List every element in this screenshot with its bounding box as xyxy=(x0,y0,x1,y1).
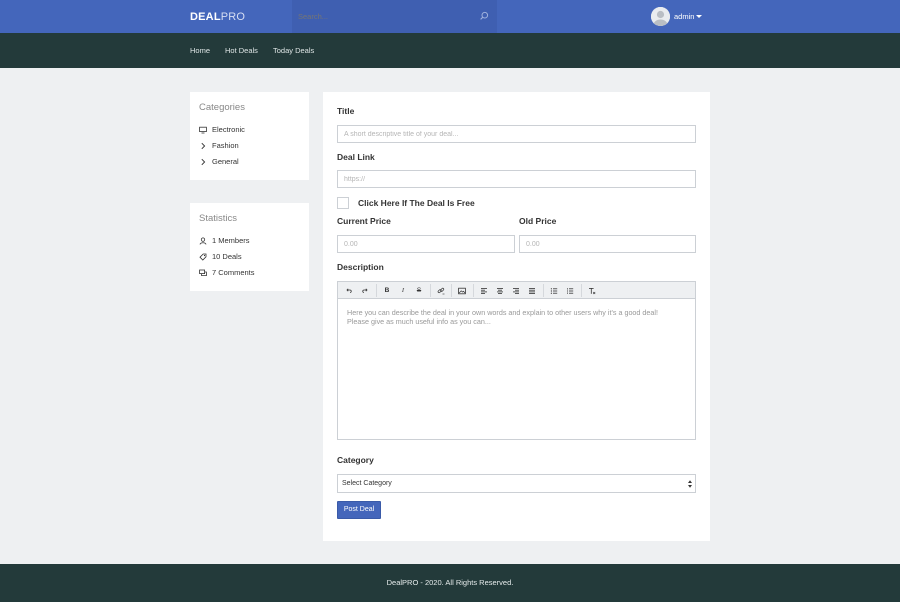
stat-comments: 7 Comments xyxy=(199,268,255,277)
toolbar-divider xyxy=(543,284,544,297)
search-icon[interactable] xyxy=(479,11,489,21)
image-icon[interactable] xyxy=(456,285,468,296)
current-price-label: Current Price xyxy=(337,216,391,226)
undo-icon[interactable] xyxy=(343,285,355,296)
italic-icon[interactable]: I xyxy=(397,285,409,296)
align-justify-icon[interactable] xyxy=(526,285,538,296)
statistics-title: Statistics xyxy=(199,213,238,224)
post-deal-button[interactable]: Post Deal xyxy=(337,501,381,519)
category-fashion[interactable]: Fashion xyxy=(199,141,239,150)
old-price-input[interactable] xyxy=(519,235,696,253)
chevron-right-icon xyxy=(201,142,206,149)
description-placeholder-line2: Please give as much useful info as you c… xyxy=(347,317,491,326)
description-textarea[interactable]: Here you can describe the deal in your o… xyxy=(347,308,687,326)
strikethrough-icon[interactable]: S xyxy=(413,285,425,296)
top-header: DEALPRO admin xyxy=(0,0,900,33)
free-deal-checkbox[interactable] xyxy=(337,197,349,209)
toolbar-divider xyxy=(451,284,452,297)
category-general[interactable]: General xyxy=(199,157,239,166)
post-deal-form: Title Deal Link Click Here If The Deal I… xyxy=(323,92,710,541)
logo-light: PRO xyxy=(220,11,246,23)
toolbar-divider xyxy=(376,284,377,297)
category-label: Fashion xyxy=(212,141,239,150)
categories-title: Categories xyxy=(199,102,245,113)
bold-icon[interactable]: B xyxy=(381,285,393,296)
stat-members: 1 Members xyxy=(199,236,250,245)
logo-bold: DEAL xyxy=(190,11,221,23)
category-label: Category xyxy=(337,455,374,465)
category-label: Electronic xyxy=(212,125,245,134)
current-price-input[interactable] xyxy=(337,235,515,253)
select-arrows-icon xyxy=(687,479,693,489)
logo[interactable]: DEALPRO xyxy=(190,11,245,23)
title-label: Title xyxy=(337,106,355,116)
category-label: General xyxy=(212,157,239,166)
statistics-card: Statistics 1 Members 10 Deals 7 Comments xyxy=(190,203,309,291)
toolbar-divider xyxy=(430,284,431,297)
description-placeholder-line1: Here you can describe the deal in your o… xyxy=(347,308,659,317)
stat-label: 7 Comments xyxy=(212,268,255,277)
link-icon[interactable] xyxy=(435,285,447,296)
toolbar-divider xyxy=(581,284,582,297)
search-box xyxy=(292,0,497,33)
clear-format-icon[interactable] xyxy=(586,285,598,296)
chevron-right-icon xyxy=(201,158,206,165)
caret-down-icon xyxy=(696,15,703,18)
old-price-label: Old Price xyxy=(519,216,557,226)
toolbar-divider xyxy=(473,284,474,297)
description-editor: B I S Here you can describe the deal in … xyxy=(337,281,696,440)
editor-toolbar: B I S xyxy=(338,282,695,299)
categories-card: Categories Electronic Fashion General xyxy=(190,92,309,180)
deal-link-input[interactable] xyxy=(337,170,696,188)
nav-today-deals[interactable]: Today Deals xyxy=(273,46,314,55)
search-input[interactable] xyxy=(298,12,458,21)
free-deal-label[interactable]: Click Here If The Deal Is Free xyxy=(358,198,475,208)
footer-copyright: DealPRO - 2020. All Rights Reserved. xyxy=(386,578,514,587)
main-nav: Home Hot Deals Today Deals xyxy=(0,33,900,68)
monitor-icon xyxy=(199,126,207,133)
stat-label: 1 Members xyxy=(212,236,250,245)
title-input[interactable] xyxy=(337,125,696,143)
bullet-list-icon[interactable] xyxy=(548,285,560,296)
align-center-icon[interactable] xyxy=(494,285,506,296)
description-label: Description xyxy=(337,262,384,272)
align-left-icon[interactable] xyxy=(478,285,490,296)
category-selected-value: Select Category xyxy=(342,480,392,487)
username: admin xyxy=(674,12,695,21)
user-icon xyxy=(199,236,207,245)
category-select[interactable]: Select Category xyxy=(337,474,696,493)
stat-label: 10 Deals xyxy=(212,252,242,261)
comments-icon xyxy=(199,269,207,276)
stat-deals: 10 Deals xyxy=(199,252,242,261)
avatar[interactable] xyxy=(651,7,670,26)
nav-hot-deals[interactable]: Hot Deals xyxy=(225,46,258,55)
redo-icon[interactable] xyxy=(359,285,371,296)
tag-icon xyxy=(199,253,207,261)
nav-home[interactable]: Home xyxy=(190,46,210,55)
deal-link-label: Deal Link xyxy=(337,152,375,162)
numbered-list-icon[interactable] xyxy=(564,285,576,296)
user-menu[interactable]: admin xyxy=(674,12,703,21)
align-right-icon[interactable] xyxy=(510,285,522,296)
footer: DealPRO - 2020. All Rights Reserved. xyxy=(0,564,900,602)
category-electronic[interactable]: Electronic xyxy=(199,125,245,134)
